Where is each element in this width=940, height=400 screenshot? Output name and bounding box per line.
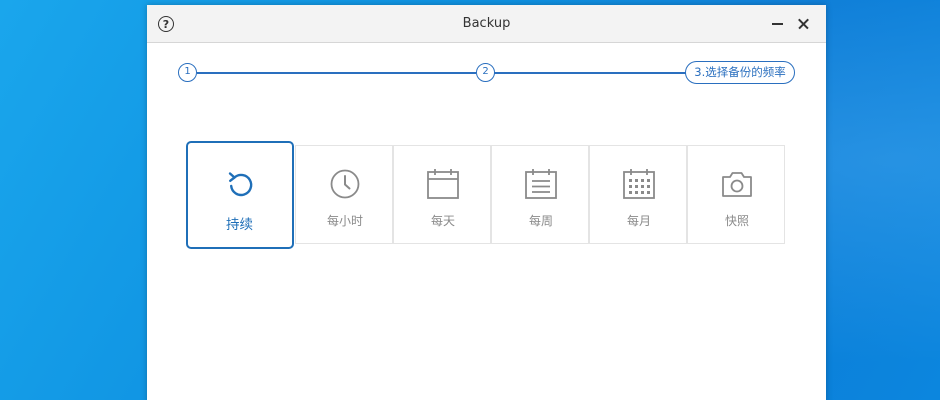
option-label: 每天 (430, 214, 455, 228)
window-title: Backup (462, 16, 511, 31)
step-2-indicator: 2 (476, 63, 495, 82)
step-3-indicator: 3.选择备份的频率 (685, 61, 795, 84)
close-button[interactable] (790, 5, 820, 43)
option-snapshot[interactable]: 快照 (687, 145, 785, 244)
frequency-options: 持续 每小时 每天 每周 每月 快照 (186, 141, 787, 249)
option-weekly[interactable]: 每周 (491, 145, 589, 244)
title-bar: ? Backup (147, 5, 826, 43)
refresh-icon (188, 167, 291, 201)
option-label: 每周 (528, 214, 553, 228)
option-continuous[interactable]: 持续 (186, 141, 294, 249)
option-label: 每月 (626, 214, 651, 228)
option-monthly[interactable]: 每月 (589, 145, 687, 244)
step-1-indicator: 1 (178, 63, 197, 82)
calendar-week-icon (492, 167, 590, 201)
option-label: 快照 (724, 214, 749, 228)
calendar-day-icon (394, 167, 492, 201)
step-connector-line (494, 72, 687, 74)
step-connector-line (197, 72, 476, 74)
option-daily[interactable]: 每天 (393, 145, 491, 244)
step-indicator: 1 2 3.选择备份的频率 (147, 43, 826, 103)
clock-icon (296, 167, 394, 201)
calendar-month-icon (590, 167, 688, 201)
option-label: 每小时 (326, 214, 363, 228)
backup-window: ? Backup 1 2 3.选择备份的频率 持续 每小时 每天 每周 每月 快… (147, 5, 826, 400)
camera-icon (688, 167, 786, 201)
option-label: 持续 (226, 217, 253, 233)
option-hourly[interactable]: 每小时 (295, 145, 393, 244)
